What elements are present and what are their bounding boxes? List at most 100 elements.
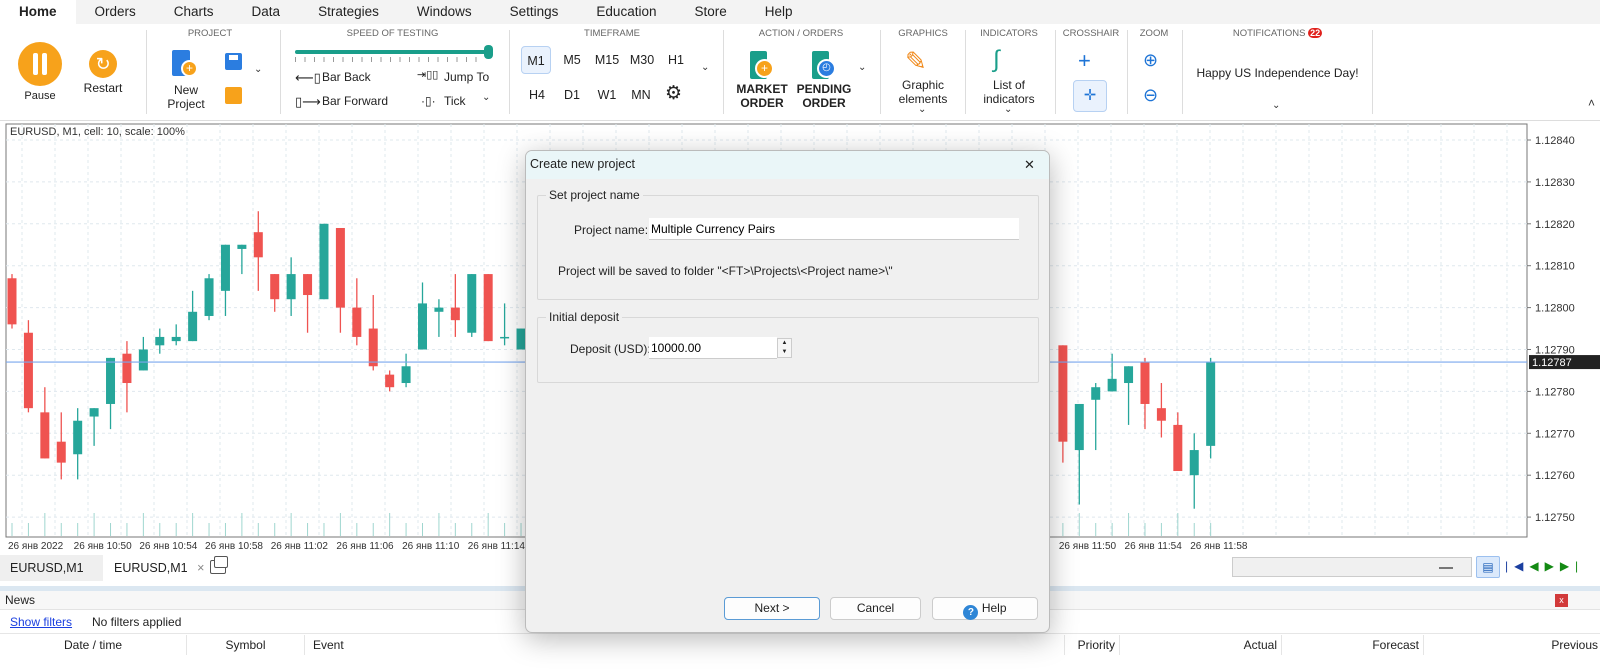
bar-back-icon[interactable]: ⟵▯	[295, 70, 321, 86]
spin-up-icon[interactable]: ▲	[778, 339, 791, 348]
zoom-out-icon[interactable]: ⊖	[1143, 85, 1158, 106]
y-tick-label: 1.12770	[1535, 428, 1575, 440]
timeframe-chevron-down-icon[interactable]: ⌄	[701, 62, 709, 73]
timeframe-mn[interactable]: MN	[626, 81, 656, 109]
pending-order-button[interactable]: PENDING ORDER	[795, 82, 853, 110]
x-tick-label: 26 янв 11:58	[1190, 541, 1248, 552]
menu-orders[interactable]: Orders	[76, 0, 155, 24]
project-name-label: Project name:	[574, 223, 649, 237]
close-tab-icon[interactable]: ×	[197, 561, 204, 575]
candle-body	[237, 244, 247, 249]
save-chevron-down-icon[interactable]: ⌄	[254, 64, 262, 75]
deposit-spinner[interactable]: ▲ ▼	[777, 338, 792, 358]
collapse-ribbon-icon[interactable]: ˄	[1588, 96, 1595, 110]
bar-forward-icon[interactable]: ▯⟶	[295, 94, 321, 110]
go-next-icon[interactable]: ▶	[1545, 559, 1560, 573]
column-forecast[interactable]: Forecast	[1282, 635, 1424, 655]
dialog-close-icon[interactable]: ✕	[1024, 157, 1035, 173]
restore-windows-icon[interactable]	[210, 556, 228, 574]
column-symbol[interactable]: Symbol	[187, 635, 305, 655]
notification-message[interactable]: Happy US Independence Day!	[1185, 66, 1370, 80]
ribbon: Pause ↻ Restart PROJECT + New Project ⌄ S…	[0, 24, 1600, 121]
go-last-icon[interactable]: ▶|	[1560, 559, 1584, 573]
tick-chevron-down-icon[interactable]: ⌄	[482, 92, 490, 103]
y-tick-label: 1.12790	[1535, 345, 1575, 357]
candle-body	[23, 332, 33, 409]
column-actual[interactable]: Actual	[1120, 635, 1282, 655]
column-date-time[interactable]: Date / time	[0, 635, 187, 655]
jump-to-button[interactable]: Jump To	[444, 70, 489, 84]
timeframe-d1[interactable]: D1	[557, 81, 587, 109]
speed-slider[interactable]	[295, 45, 493, 62]
column-previous[interactable]: Previous	[1424, 635, 1600, 655]
column-event[interactable]: Event	[305, 635, 1065, 655]
graphic-elements-button[interactable]: Graphic elements	[890, 78, 956, 106]
menu-windows[interactable]: Windows	[398, 0, 491, 24]
open-folder-icon[interactable]	[225, 87, 242, 104]
close-news-icon[interactable]: x	[1555, 594, 1568, 607]
chart-tab-active[interactable]: EURUSD,M1 ×	[114, 555, 204, 581]
spin-down-icon[interactable]: ▼	[778, 348, 791, 357]
pencil-icon[interactable]: ✎	[905, 46, 927, 77]
create-project-dialog: Create new project ✕ Set project name Pr…	[525, 150, 1050, 633]
gear-icon[interactable]: ⚙	[665, 82, 682, 105]
menu-help[interactable]: Help	[746, 0, 812, 24]
menu-charts[interactable]: Charts	[155, 0, 233, 24]
save-icon[interactable]	[225, 53, 242, 70]
bar-back-button[interactable]: Bar Back	[322, 70, 371, 84]
menu-data[interactable]: Data	[233, 0, 300, 24]
zoom-in-icon[interactable]: ⊕	[1143, 50, 1158, 71]
column-priority[interactable]: Priority	[1065, 635, 1120, 655]
candle-body	[483, 274, 493, 342]
notifications-group-title: NOTIFICATIONS 22	[1232, 28, 1323, 39]
candle-body	[1156, 408, 1166, 421]
timeframe-m15[interactable]: M15	[591, 46, 623, 74]
market-order-icon[interactable]: +	[750, 51, 774, 79]
menu-strategies[interactable]: Strategies	[299, 0, 398, 24]
cancel-button[interactable]: Cancel	[830, 597, 921, 620]
notifications-chevron-down-icon[interactable]: ⌄	[1272, 100, 1280, 111]
list-of-indicators-button[interactable]: List of indicators	[975, 78, 1043, 106]
y-tick-label: 1.12810	[1535, 261, 1575, 273]
timeframe-h1[interactable]: H1	[661, 46, 691, 74]
go-first-icon[interactable]: |◀	[1505, 559, 1529, 573]
candle-body	[1206, 362, 1216, 446]
y-tick-label: 1.12800	[1535, 303, 1575, 315]
chart-windows-icon[interactable]: ▤	[1476, 556, 1500, 578]
next-button[interactable]: Next >	[724, 597, 820, 620]
indicator-curve-icon[interactable]: ∫	[993, 46, 1000, 74]
graphics-chevron-down-icon[interactable]: ⌄	[918, 104, 926, 115]
show-filters-link[interactable]: Show filters	[10, 615, 72, 629]
restart-icon[interactable]: ↻	[89, 50, 117, 78]
indicators-chevron-down-icon[interactable]: ⌄	[1004, 104, 1012, 115]
menu-education[interactable]: Education	[577, 0, 675, 24]
timeframe-h4[interactable]: H4	[522, 81, 552, 109]
pause-button[interactable]	[18, 42, 62, 86]
new-project-label: New Project	[167, 83, 205, 111]
deposit-input[interactable]	[649, 337, 777, 359]
project-name-input[interactable]	[649, 218, 1019, 240]
crosshair-icon[interactable]: +	[1078, 48, 1091, 74]
help-button[interactable]: ? Help	[932, 597, 1038, 620]
bar-forward-button[interactable]: Bar Forward	[322, 94, 388, 108]
orders-chevron-down-icon[interactable]: ⌄	[858, 62, 866, 73]
chart-scrollbar[interactable]	[1232, 557, 1472, 577]
pending-order-icon[interactable]: ◴	[812, 51, 836, 79]
timeframe-m1[interactable]: M1	[521, 46, 551, 74]
speed-slider-thumb[interactable]	[484, 45, 493, 59]
candle-body	[303, 274, 313, 296]
timeframe-m5[interactable]: M5	[557, 46, 587, 74]
new-project-icon[interactable]: +	[172, 50, 198, 77]
crosshair-cursor-button[interactable]: ✛	[1073, 80, 1107, 112]
tick-mode[interactable]: Tick	[444, 94, 466, 108]
menu-home[interactable]: Home	[0, 0, 76, 24]
menu-store[interactable]: Store	[675, 0, 745, 24]
project-group-title: PROJECT	[187, 28, 233, 39]
timeframe-m30[interactable]: M30	[626, 46, 658, 74]
jump-to-icon[interactable]: ⇥▯▯	[417, 68, 438, 81]
menu-settings[interactable]: Settings	[491, 0, 578, 24]
go-prev-icon[interactable]: ◀	[1529, 559, 1544, 573]
chart-tab[interactable]: EURUSD,M1	[0, 555, 103, 581]
market-order-button[interactable]: MARKET ORDER	[735, 82, 789, 110]
timeframe-w1[interactable]: W1	[592, 81, 622, 109]
